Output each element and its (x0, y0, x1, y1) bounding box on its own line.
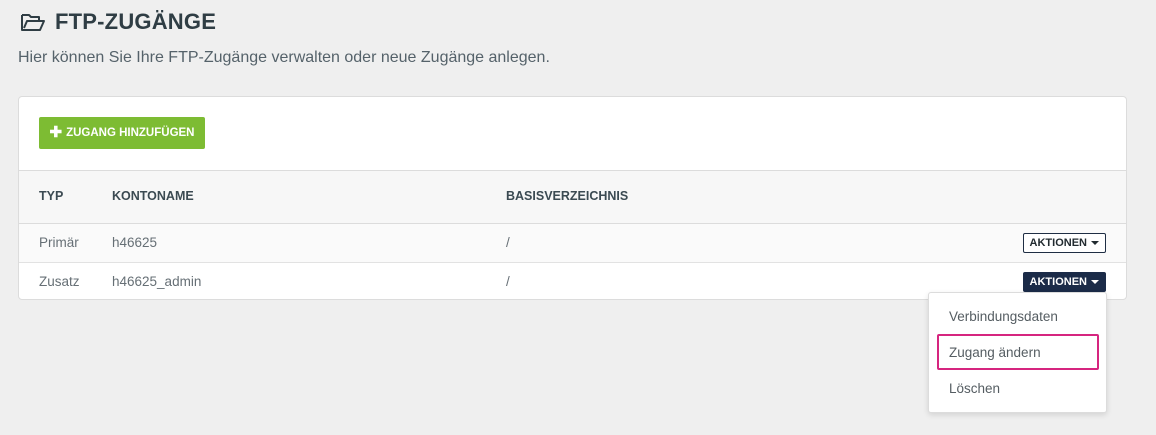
add-account-button[interactable]: ✚ ZUGANG HINZUFÜGEN (39, 117, 205, 149)
table-header: TYP KONTONAME BASISVERZEICHNIS (19, 171, 1126, 224)
page-header: FTP-ZUGÄNGE (20, 8, 216, 36)
caret-down-icon (1091, 280, 1099, 284)
menu-item-loeschen[interactable]: Löschen (937, 370, 1099, 406)
plus-icon: ✚ (49, 124, 63, 141)
menu-item-verbindungsdaten[interactable]: Verbindungsdaten (937, 298, 1099, 334)
cell-basisverzeichnis: / (506, 235, 510, 250)
actions-dropdown-menu: Verbindungsdaten Zugang ändern Löschen (928, 292, 1107, 413)
page-title: FTP-ZUGÄNGE (55, 9, 217, 34)
folder-open-icon (20, 12, 46, 32)
card-toolbar: ✚ ZUGANG HINZUFÜGEN (19, 97, 1126, 171)
actions-button-active[interactable]: AKTIONEN (1022, 272, 1106, 292)
ftp-accounts-card: ✚ ZUGANG HINZUFÜGEN TYP KONTONAME BASISV… (18, 96, 1127, 300)
column-header-kontoname: KONTONAME (112, 189, 194, 203)
column-header-basisverzeichnis: BASISVERZEICHNIS (506, 189, 629, 203)
column-header-typ: TYP (39, 189, 64, 203)
cell-typ: Primär (39, 235, 79, 250)
cell-kontoname: h46625_admin (112, 274, 202, 289)
page-subtitle: Hier können Sie Ihre FTP-Zugänge verwalt… (18, 49, 550, 66)
actions-button[interactable]: AKTIONEN (1022, 233, 1106, 253)
actions-label: AKTIONEN (1029, 237, 1087, 249)
cell-basisverzeichnis: / (506, 274, 510, 289)
table-row: Primär h46625 / AKTIONEN (19, 224, 1126, 263)
cell-kontoname: h46625 (112, 235, 158, 250)
add-account-label: ZUGANG HINZUFÜGEN (66, 127, 195, 139)
cell-typ: Zusatz (39, 274, 80, 289)
actions-label: AKTIONEN (1029, 276, 1087, 288)
caret-down-icon (1091, 241, 1099, 245)
menu-item-zugang-aendern[interactable]: Zugang ändern (937, 334, 1099, 370)
